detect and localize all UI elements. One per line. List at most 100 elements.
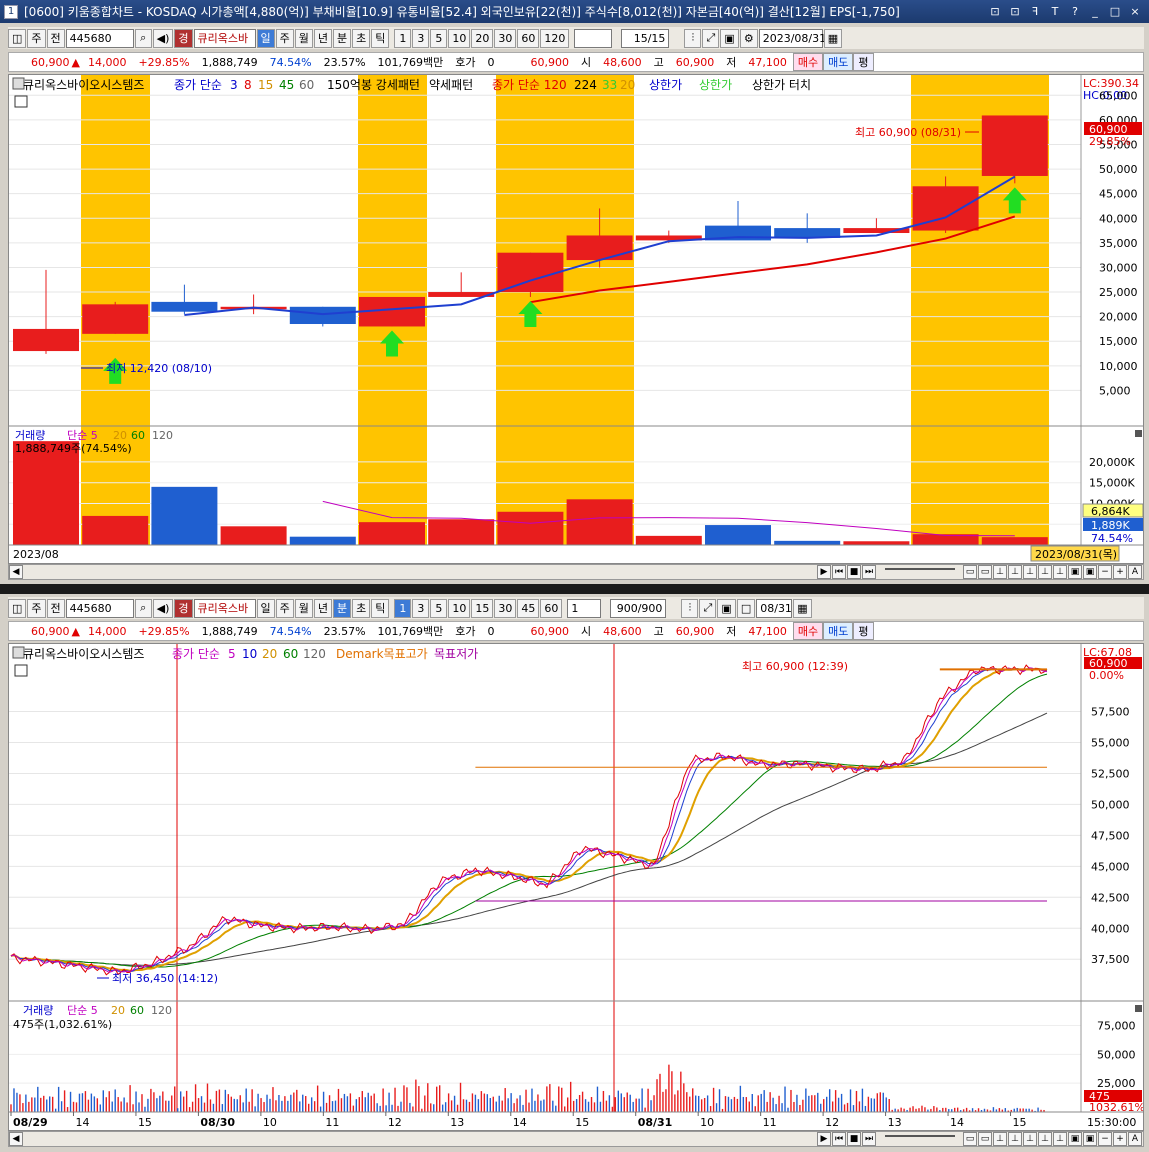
pin-icon[interactable]: ꟻ: [1027, 3, 1043, 19]
link-icon[interactable]: ⊡: [987, 3, 1003, 19]
scroll-left-icon[interactable]: ◀: [9, 1132, 23, 1146]
interval-30[interactable]: 30: [494, 28, 517, 48]
interval-3[interactable]: 3: [412, 598, 430, 618]
search-icon[interactable]: ⌕: [134, 28, 152, 48]
sell-button[interactable]: 매도: [823, 622, 854, 640]
speaker-icon[interactable]: ◀): [152, 28, 174, 48]
period-tick[interactable]: 틱: [371, 28, 390, 48]
daily-candle-chart[interactable]: 큐리옥스바이오시스템즈 종가 단순 3 8 15 45 60 150억봉 강세패…: [9, 75, 1144, 563]
count-display[interactable]: 15/15: [621, 28, 670, 48]
stop-icon[interactable]: ■: [847, 565, 861, 579]
interval-60[interactable]: 60: [517, 28, 540, 48]
minimize-button[interactable]: _: [1087, 3, 1103, 19]
zoom-out-icon[interactable]: −: [1098, 565, 1112, 579]
period-second[interactable]: 초: [352, 598, 371, 618]
close-pane-icon[interactable]: [1135, 430, 1142, 437]
interval-select[interactable]: [574, 28, 613, 48]
stock-code-input[interactable]: 445680: [65, 598, 134, 618]
tool-icon-5[interactable]: ⊥: [1023, 565, 1037, 579]
period-tick[interactable]: 틱: [371, 598, 390, 618]
auto-icon[interactable]: A: [1128, 565, 1142, 579]
scroll-right-icon[interactable]: ▶: [817, 565, 831, 579]
tool-icon-2[interactable]: ▭: [978, 565, 992, 579]
tool-icon-4[interactable]: ⊥: [1008, 1132, 1022, 1146]
count-display[interactable]: 900/900: [610, 598, 667, 618]
save-icon[interactable]: ▣: [720, 28, 739, 48]
zoom-slider[interactable]: [885, 1135, 955, 1143]
forward-icon[interactable]: ⏭: [862, 1132, 876, 1146]
save-icon[interactable]: ▣: [717, 598, 736, 618]
tool-icon-2[interactable]: ▭: [978, 1132, 992, 1146]
interval-20[interactable]: 20: [471, 28, 494, 48]
tool-icon-3[interactable]: ⊥: [993, 565, 1007, 579]
tool-icon-4[interactable]: ⊥: [1008, 565, 1022, 579]
tool-icon-1[interactable]: ▭: [963, 565, 977, 579]
close-pane-icon[interactable]: [1135, 1005, 1142, 1012]
scroll-left-icon[interactable]: ◀: [9, 565, 23, 579]
tool-icon-7[interactable]: ⊥: [1053, 565, 1067, 579]
type2-select[interactable]: 전: [46, 28, 65, 48]
minute-chart[interactable]: 큐리옥스바이오시스템즈 종가 단순 5 10 20 60 120 Demark목…: [9, 644, 1145, 1130]
auto-icon[interactable]: A: [1128, 1132, 1142, 1146]
interval-select[interactable]: 1: [567, 598, 602, 618]
stock-code-input[interactable]: 445680: [65, 28, 134, 48]
tool-icon-9[interactable]: ▣: [1083, 1132, 1097, 1146]
period-month[interactable]: 월: [294, 28, 313, 48]
interval-120[interactable]: 120: [540, 28, 570, 48]
type2-select[interactable]: 전: [46, 598, 65, 618]
sell-button[interactable]: 매도: [823, 53, 854, 71]
speaker-icon[interactable]: ◀): [152, 598, 174, 618]
calendar-icon[interactable]: ▦: [793, 598, 812, 618]
candle-icon[interactable]: ⫶: [681, 598, 699, 618]
chart-settings-icon[interactable]: ◫: [8, 28, 27, 48]
tool-icon-9[interactable]: ▣: [1083, 565, 1097, 579]
interval-5[interactable]: 5: [430, 28, 448, 48]
gear-icon[interactable]: ⚙: [739, 28, 758, 48]
type-select[interactable]: 주: [27, 28, 46, 48]
period-week[interactable]: 주: [275, 598, 294, 618]
draw-icon[interactable]: ⤢: [702, 28, 720, 48]
zoom-in-icon[interactable]: +: [1113, 565, 1127, 579]
grid-table-icon[interactable]: [14, 95, 28, 108]
period-second[interactable]: 초: [352, 28, 371, 48]
stop-icon[interactable]: ■: [847, 1132, 861, 1146]
period-minute[interactable]: 분: [333, 598, 352, 618]
interval-5[interactable]: 5: [430, 598, 448, 618]
tool-icon-3[interactable]: ⊥: [993, 1132, 1007, 1146]
pyeong-button[interactable]: 평: [853, 622, 874, 640]
period-year[interactable]: 년: [313, 28, 333, 48]
rewind-icon[interactable]: ⏮: [832, 1132, 846, 1146]
tool-icon-6[interactable]: ⊥: [1038, 565, 1052, 579]
interval-15[interactable]: 15: [471, 598, 494, 618]
zoom-out-icon[interactable]: −: [1098, 1132, 1112, 1146]
tool-icon-7[interactable]: ⊥: [1053, 1132, 1067, 1146]
period-day[interactable]: 일: [256, 598, 275, 618]
period-week[interactable]: 주: [275, 28, 294, 48]
bottom-scrollbar[interactable]: ◀ ▶ ⏮ ■ ⏭ ▭ ▭ ⊥ ⊥ ⊥ ⊥ ⊥ ▣ ▣ − + A: [8, 1131, 1144, 1147]
search-icon[interactable]: ⌕: [134, 598, 152, 618]
buy-button[interactable]: 매수: [792, 622, 824, 640]
close-button[interactable]: ×: [1127, 3, 1143, 19]
period-day[interactable]: 일: [256, 28, 275, 48]
tool-icon-1[interactable]: ▭: [963, 1132, 977, 1146]
rewind-icon[interactable]: ⏮: [832, 565, 846, 579]
date-field[interactable]: 2023/08/31: [758, 28, 826, 48]
checkbox[interactable]: □: [736, 598, 756, 618]
interval-10[interactable]: 10: [448, 598, 471, 618]
layout-icon[interactable]: ⊡: [1007, 3, 1023, 19]
interval-1[interactable]: 1: [394, 28, 412, 48]
draw-icon[interactable]: ⤢: [699, 598, 717, 618]
type-select[interactable]: 주: [27, 598, 46, 618]
calendar-icon[interactable]: ▦: [823, 28, 843, 48]
interval-60[interactable]: 60: [540, 598, 563, 618]
tool-icon-8[interactable]: ▣: [1068, 1132, 1082, 1146]
interval-1[interactable]: 1: [394, 598, 412, 618]
interval-30[interactable]: 30: [494, 598, 517, 618]
maximize-button[interactable]: □: [1107, 3, 1123, 19]
interval-3[interactable]: 3: [412, 28, 430, 48]
candle-icon[interactable]: ⫶: [684, 28, 702, 48]
grid-table-icon[interactable]: [14, 664, 28, 677]
date-field[interactable]: 08/31: [756, 598, 793, 618]
period-year[interactable]: 년: [313, 598, 333, 618]
zoom-slider[interactable]: [885, 568, 955, 576]
